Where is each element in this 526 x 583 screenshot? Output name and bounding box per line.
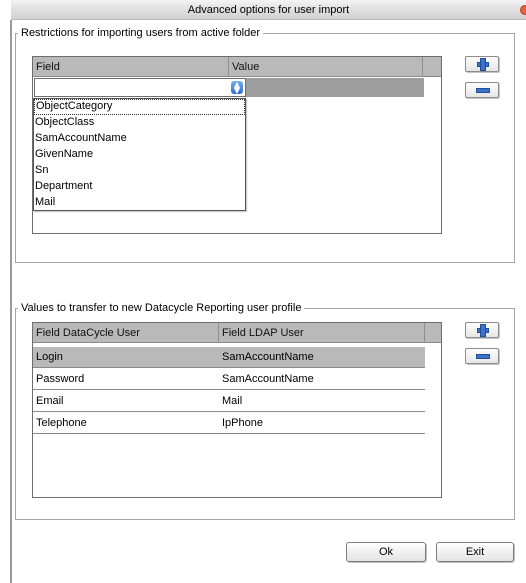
restrictions-table-header: Field Value <box>33 57 441 77</box>
column-header-ldap-user[interactable]: Field LDAP User <box>219 323 425 343</box>
table-row[interactable]: Email Mail <box>33 391 425 412</box>
dropdown-option[interactable]: Department <box>34 179 245 195</box>
ok-button-label: Ok <box>378 546 394 558</box>
restrictions-legend: Restrictions for importing users from ac… <box>21 27 261 39</box>
updown-arrow-icon[interactable]: ▲ ▼ <box>231 81 243 95</box>
dropdown-option[interactable]: SamAccountName <box>34 131 245 147</box>
exit-button[interactable]: Exit <box>436 542 514 562</box>
close-icon[interactable] <box>520 5 526 15</box>
dropdown-option[interactable]: ObjectClass <box>34 115 245 131</box>
minus-icon <box>476 354 490 359</box>
title-bar[interactable]: Advanced options for user import <box>11 0 526 20</box>
field-combo-box[interactable]: ▲ ▼ <box>34 78 246 97</box>
row-ldap-field: IpPhone <box>222 417 263 429</box>
exit-button-label: Exit <box>465 546 485 558</box>
row-user-field: Login <box>36 351 63 363</box>
value-input[interactable] <box>246 78 424 97</box>
window-title: Advanced options for user import <box>187 4 350 16</box>
column-header-datacycle-user[interactable]: Field DataCycle User <box>33 323 219 343</box>
plus-icon-stem <box>480 58 486 71</box>
column-header-value[interactable]: Value <box>229 57 423 77</box>
remove-restriction-button[interactable] <box>465 82 499 98</box>
row-user-field: Email <box>36 395 64 407</box>
transfer-table[interactable]: Field DataCycle User Field LDAP User Log… <box>32 322 442 498</box>
minus-icon <box>476 88 490 93</box>
row-user-field: Password <box>36 373 85 385</box>
table-row[interactable]: Password SamAccountName <box>33 369 425 390</box>
row-user-field: Telephone <box>36 417 87 429</box>
dropdown-option[interactable]: ObjectCategory <box>34 99 245 115</box>
table-row[interactable]: Login SamAccountName <box>33 347 425 368</box>
table-row[interactable]: Telephone IpPhone <box>33 413 425 434</box>
column-header-field[interactable]: Field <box>33 57 229 77</box>
transfer-legend: Values to transfer to new Datacycle Repo… <box>21 302 302 314</box>
add-restriction-button[interactable] <box>465 56 499 72</box>
dropdown-option[interactable]: GivenName <box>34 147 245 163</box>
transfer-table-header: Field DataCycle User Field LDAP User <box>33 323 441 343</box>
add-mapping-button[interactable] <box>465 322 499 338</box>
ok-button[interactable]: Ok <box>346 542 426 562</box>
remove-mapping-button[interactable] <box>465 348 499 364</box>
window-left-border <box>10 20 12 583</box>
row-ldap-field: Mail <box>222 395 243 407</box>
plus-icon-stem <box>480 324 486 337</box>
row-ldap-field: SamAccountName <box>222 351 314 363</box>
dropdown-option[interactable]: Mail <box>34 195 245 211</box>
dropdown-option[interactable]: Sn <box>34 163 245 179</box>
row-ldap-field: SamAccountName <box>222 373 314 385</box>
field-dropdown-list[interactable]: ObjectCategory ObjectClass SamAccountNam… <box>33 98 246 211</box>
